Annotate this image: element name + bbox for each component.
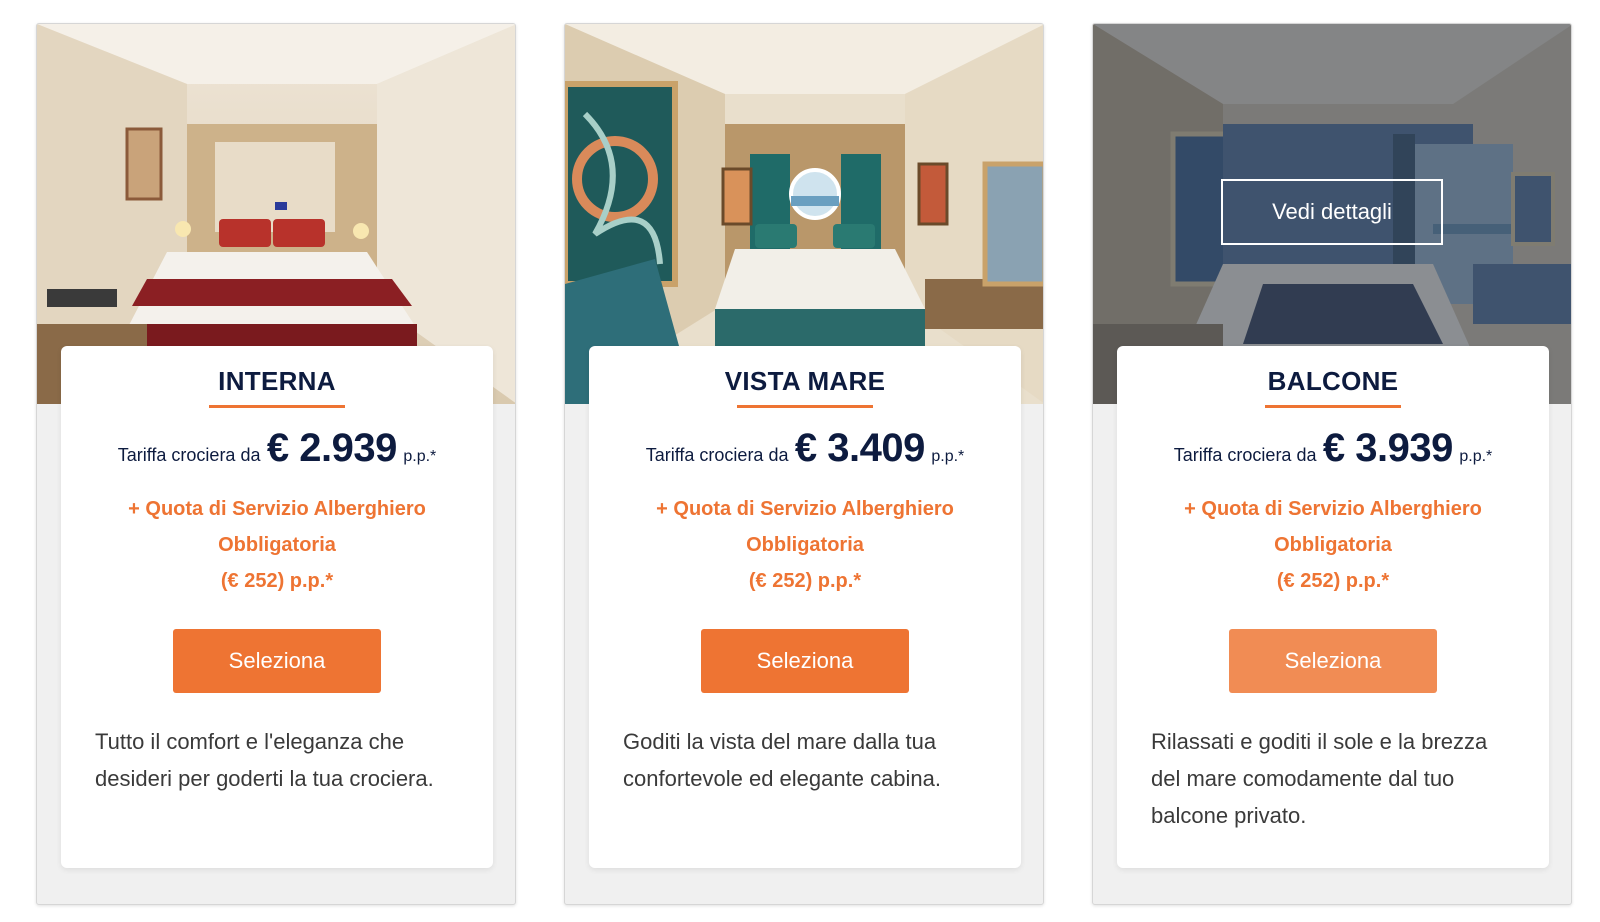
- per-person-label: p.p.*: [931, 448, 965, 465]
- fee-line-2: Obbligatoria: [746, 534, 864, 556]
- fee-line-1: + Quota di Servizio Alberghiero: [656, 498, 954, 520]
- cabin-title: BALCONE: [1267, 366, 1399, 396]
- cabin-card-vista-mare[interactable]: VISTA MARE Tariffa crociera da € 3.409 p…: [564, 23, 1044, 905]
- select-button[interactable]: Seleziona: [701, 629, 909, 693]
- per-person-label: p.p.*: [403, 448, 437, 465]
- cabin-info-panel: VISTA MARE Tariffa crociera da € 3.409 p…: [589, 346, 1021, 868]
- price-amount: € 3.939: [1322, 426, 1453, 470]
- cabin-card-interna[interactable]: INTERNA Tariffa crociera da € 2.939 p.p.…: [36, 23, 516, 905]
- select-button[interactable]: Seleziona: [1229, 629, 1437, 693]
- fee-line-3: (€ 252) p.p.*: [1276, 570, 1390, 592]
- view-details-button[interactable]: Vedi dettagli: [1221, 179, 1443, 245]
- fee-line-3: (€ 252) p.p.*: [220, 570, 334, 592]
- price-row: Tariffa crociera da € 2.939 p.p.*: [61, 426, 493, 471]
- select-button[interactable]: Seleziona: [173, 629, 381, 693]
- cabin-info-panel: INTERNA Tariffa crociera da € 2.939 p.p.…: [61, 346, 493, 868]
- price-amount: € 2.939: [266, 426, 397, 470]
- cabin-info-panel: BALCONE Tariffa crociera da € 3.939 p.p.…: [1117, 346, 1549, 868]
- fee-line-2: Obbligatoria: [1274, 534, 1392, 556]
- fee-line-3: (€ 252) p.p.*: [748, 570, 862, 592]
- fee-line-1: + Quota di Servizio Alberghiero: [1184, 498, 1482, 520]
- fee-line-1: + Quota di Servizio Alberghiero: [128, 498, 426, 520]
- per-person-label: p.p.*: [1459, 448, 1493, 465]
- service-fee-note: + Quota di Servizio Alberghiero Obbligat…: [61, 491, 493, 599]
- price-amount: € 3.409: [794, 426, 925, 470]
- title-underline: [737, 405, 873, 408]
- service-fee-note: + Quota di Servizio Alberghiero Obbligat…: [589, 491, 1021, 599]
- title-underline: [1265, 405, 1401, 408]
- cabin-description: Tutto il comfort e l'eleganza che deside…: [95, 729, 434, 791]
- cabin-description: Rilassati e goditi il sole e la brezza d…: [1151, 729, 1488, 828]
- fee-line-2: Obbligatoria: [218, 534, 336, 556]
- service-fee-note: + Quota di Servizio Alberghiero Obbligat…: [1117, 491, 1549, 599]
- title-underline: [209, 405, 345, 408]
- price-row: Tariffa crociera da € 3.409 p.p.*: [589, 426, 1021, 471]
- cabin-card-balcone[interactable]: Vedi dettagli BALCONE Tariffa crociera d…: [1092, 23, 1572, 905]
- cabin-cards: INTERNA Tariffa crociera da € 2.939 p.p.…: [0, 0, 1600, 922]
- fare-label: Tariffa crociera da: [1173, 445, 1317, 465]
- fare-label: Tariffa crociera da: [117, 445, 261, 465]
- cabin-description: Goditi la vista del mare dalla tua confo…: [623, 729, 942, 791]
- cabin-title: INTERNA: [218, 366, 336, 396]
- cabin-title: VISTA MARE: [724, 366, 886, 396]
- price-row: Tariffa crociera da € 3.939 p.p.*: [1117, 426, 1549, 471]
- fare-label: Tariffa crociera da: [645, 445, 789, 465]
